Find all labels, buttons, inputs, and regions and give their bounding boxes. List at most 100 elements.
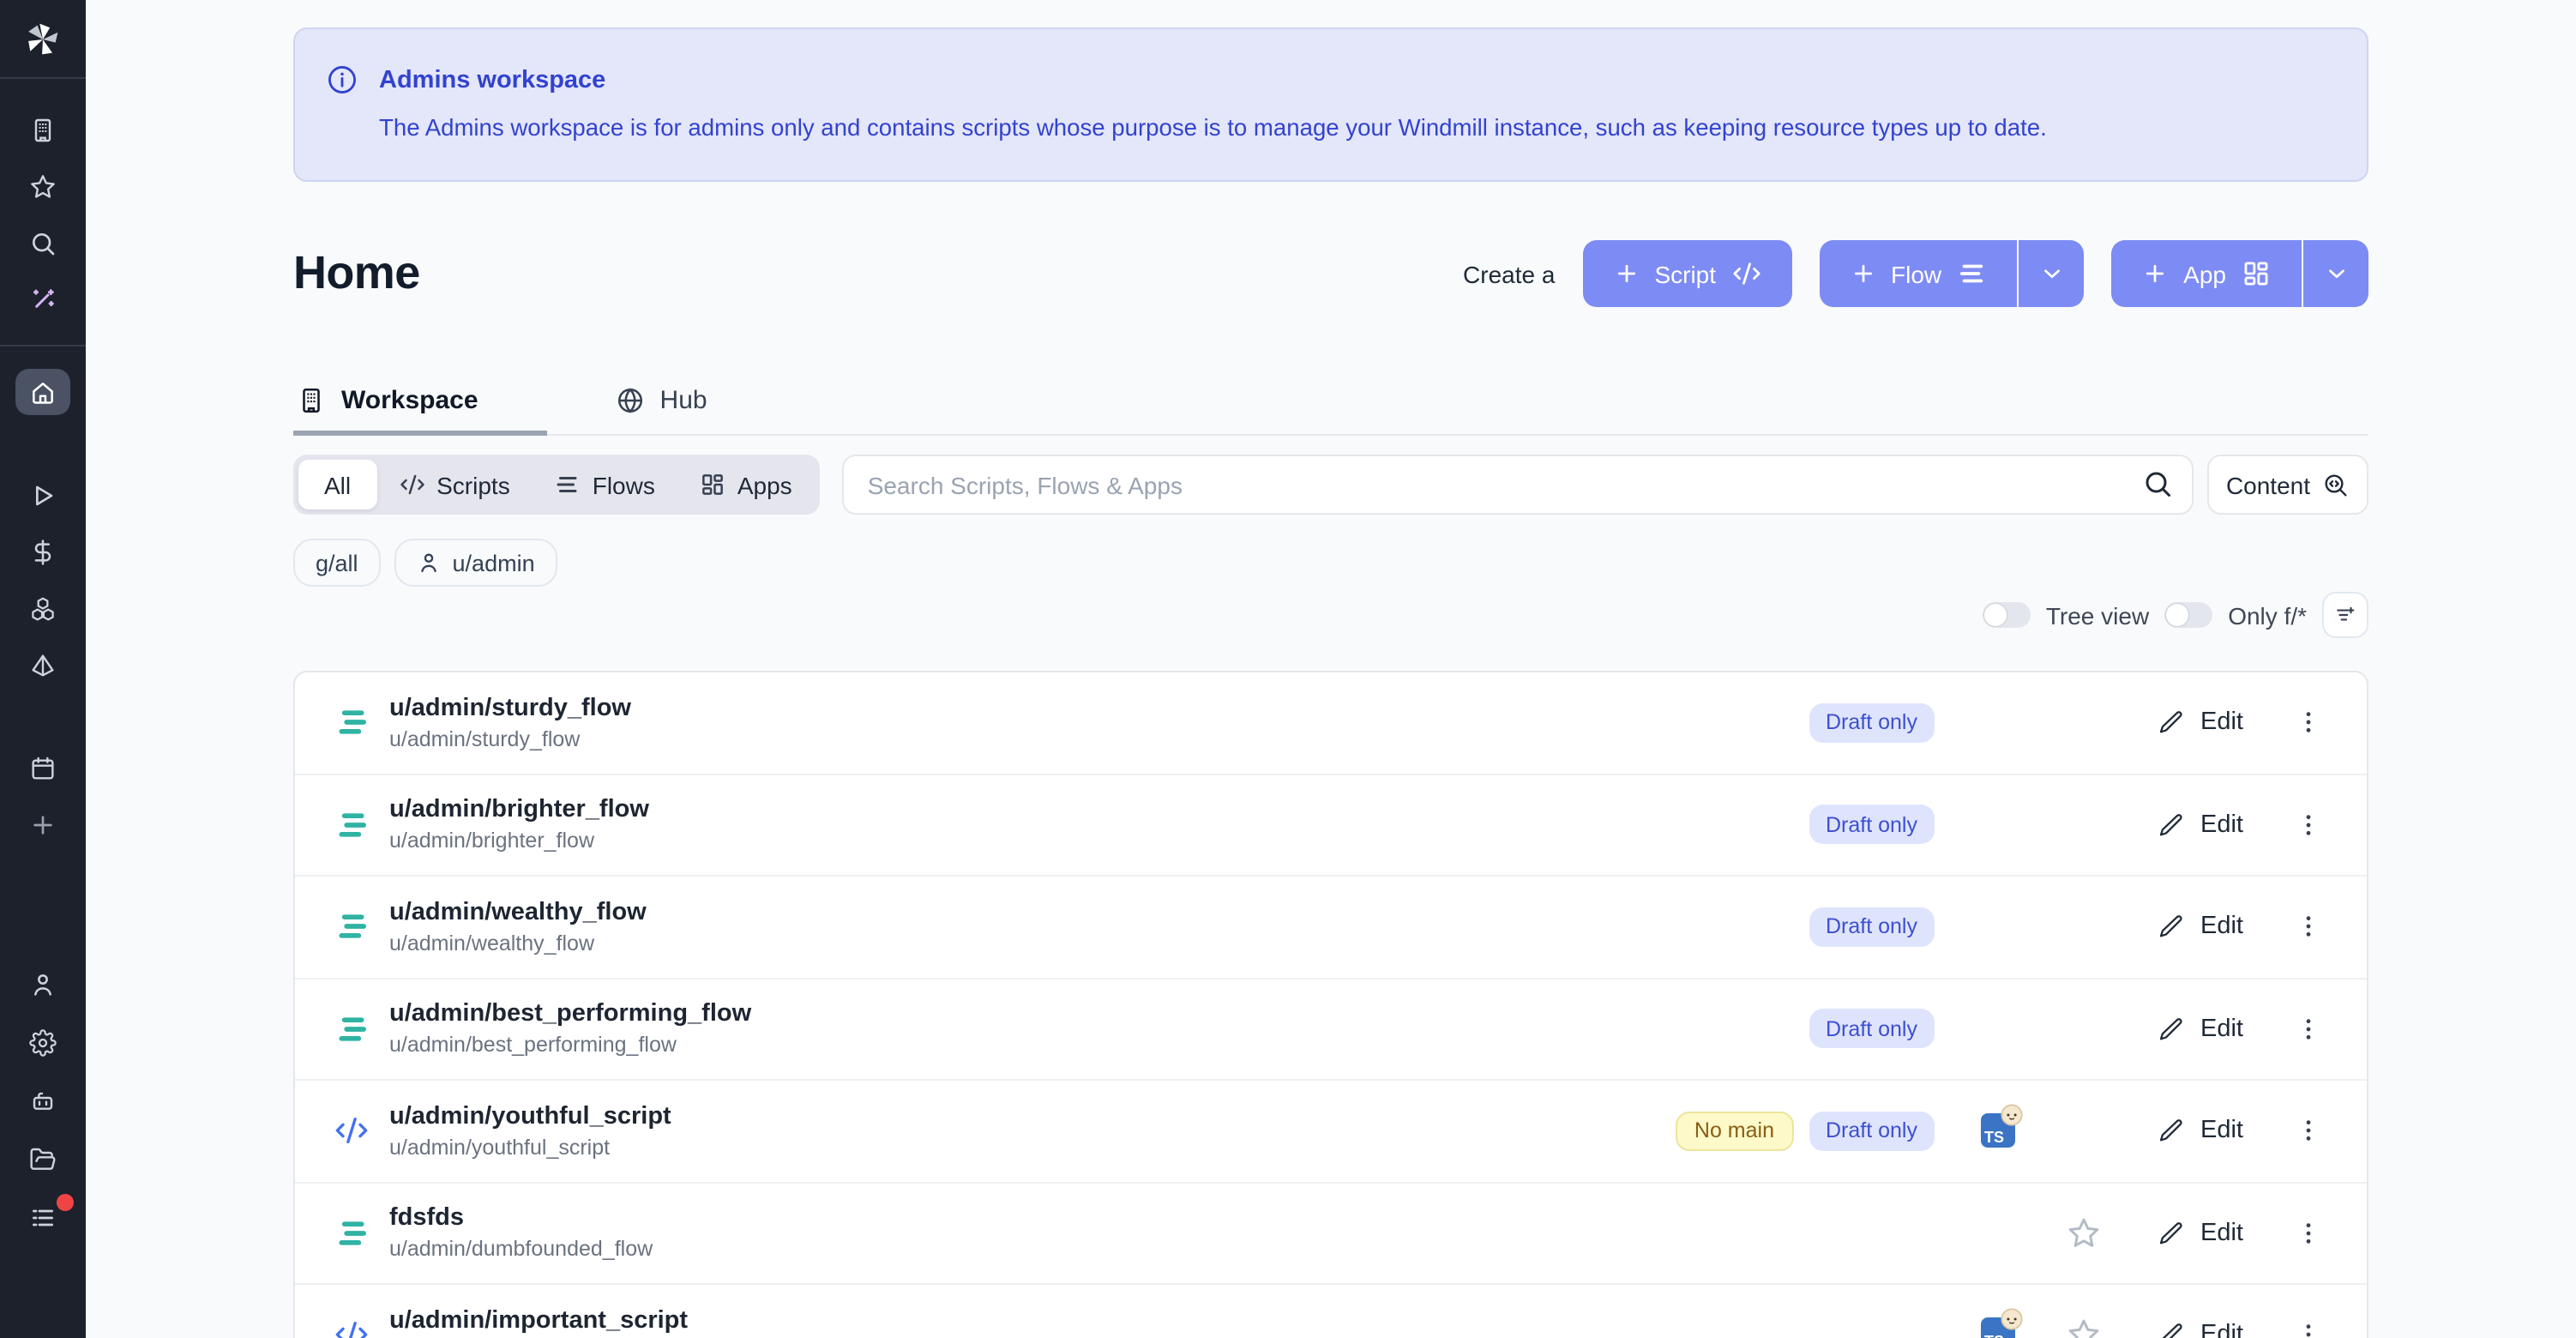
row-title[interactable]: u/admin/important_script: [389, 1307, 688, 1335]
sidebar-item-audit-logs[interactable]: [0, 1189, 86, 1247]
kebab-menu-button[interactable]: [2295, 1322, 2322, 1338]
kebab-menu-button[interactable]: [2295, 1016, 2322, 1043]
tag-u-admin[interactable]: u/admin: [394, 539, 557, 587]
row-path: u/admin/best_performing_flow: [389, 1034, 751, 1058]
table-row[interactable]: u/admin/important_scriptu/admin/importan…: [295, 1285, 2367, 1338]
kebab-icon: [2295, 1220, 2322, 1247]
edit-button[interactable]: Edit: [2158, 811, 2260, 839]
notification-dot: [57, 1194, 74, 1211]
no-main-badge: No main: [1676, 1112, 1793, 1151]
tree-view-toggle[interactable]: [1983, 602, 2031, 628]
edit-button[interactable]: Edit: [2158, 1016, 2260, 1043]
kebab-menu-button[interactable]: [2295, 1220, 2322, 1247]
row-title[interactable]: u/admin/best_performing_flow: [389, 1001, 751, 1028]
table-row[interactable]: u/admin/wealthy_flowu/admin/wealthy_flow…: [295, 877, 2367, 979]
draft-only-badge: Draft only: [1809, 805, 1935, 845]
table-row[interactable]: fdsfdsu/admin/dumbfounded_flow Edit: [295, 1183, 2367, 1285]
row-title[interactable]: u/admin/youthful_script: [389, 1103, 671, 1130]
ts-label: TS: [1984, 1130, 2004, 1147]
filter-all-label: All: [324, 471, 351, 498]
chevron-down-icon: [2038, 261, 2064, 286]
windmill-logo[interactable]: [0, 0, 86, 77]
content-search-button[interactable]: Content: [2207, 455, 2368, 515]
sidebar-item-add[interactable]: [0, 796, 86, 853]
items-table: u/admin/sturdy_flowu/admin/sturdy_flow D…: [293, 671, 2368, 1338]
edit-button[interactable]: Edit: [2158, 913, 2260, 941]
create-app-button[interactable]: App: [2111, 240, 2302, 307]
edit-button[interactable]: Edit: [2158, 1220, 2260, 1247]
star-icon: [2067, 1216, 2101, 1251]
sidebar-item-search[interactable]: [0, 214, 86, 271]
sidebar-item-settings[interactable]: [0, 1014, 86, 1072]
bun-runtime-icon: [2000, 1104, 2024, 1128]
edit-button[interactable]: Edit: [2158, 1118, 2260, 1145]
create-flow-dropdown-button[interactable]: [2019, 240, 2084, 307]
filter-flows[interactable]: Flows: [533, 460, 677, 509]
sidebar-item-resources[interactable]: [0, 580, 86, 636]
search-input[interactable]: [842, 455, 2194, 515]
sidebar-item-folders[interactable]: [0, 1130, 86, 1189]
table-row[interactable]: u/admin/brighter_flowu/admin/brighter_fl…: [295, 774, 2367, 877]
row-title[interactable]: u/admin/brighter_flow: [389, 797, 649, 824]
create-script-button[interactable]: Script: [1582, 240, 1791, 307]
filter-flows-label: Flows: [593, 471, 655, 498]
create-a-label: Create a: [1463, 260, 1555, 287]
building-icon: [29, 116, 57, 143]
typescript-icon: TS: [1981, 1318, 2015, 1338]
sidebar-item-favorites[interactable]: [0, 158, 86, 214]
edit-button[interactable]: Edit: [2158, 709, 2260, 737]
create-app-dropdown-button[interactable]: [2303, 240, 2368, 307]
row-path: u/admin/youthful_script: [389, 1136, 671, 1160]
plus-icon: [29, 811, 57, 838]
pencil-icon: [2158, 1118, 2185, 1145]
sidebar-item-workers[interactable]: [0, 1072, 86, 1130]
sidebar-item-ai[interactable]: [0, 271, 86, 328]
pencil-icon: [2158, 1016, 2185, 1043]
sidebar-item-variables[interactable]: [0, 523, 86, 580]
tag-g-all[interactable]: g/all: [293, 539, 381, 587]
sidebar-item-runs[interactable]: [0, 467, 86, 523]
filter-apps[interactable]: Apps: [677, 460, 815, 509]
filter-scripts[interactable]: Scripts: [376, 460, 533, 509]
sidebar-item-workspace[interactable]: [0, 101, 86, 158]
table-row[interactable]: u/admin/best_performing_flow u/admin/best…: [295, 979, 2367, 1081]
only-f-toggle[interactable]: [2164, 602, 2212, 628]
filter-all[interactable]: All: [298, 460, 376, 509]
globe-icon: [616, 386, 645, 415]
row-title[interactable]: u/admin/sturdy_flow: [389, 695, 631, 722]
banner-title: Admins workspace: [379, 66, 605, 93]
tab-hub[interactable]: Hub: [612, 386, 742, 436]
tab-workspace[interactable]: Workspace: [293, 386, 547, 436]
list-icon: [29, 1204, 57, 1232]
table-row[interactable]: u/admin/sturdy_flowu/admin/sturdy_flow D…: [295, 672, 2367, 774]
kebab-menu-button[interactable]: [2295, 709, 2322, 737]
sidebar-item-triggers[interactable]: [0, 636, 86, 693]
kebab-icon: [2295, 709, 2322, 737]
app-grid-icon: [700, 472, 725, 497]
row-title[interactable]: u/admin/wealthy_flow: [389, 899, 647, 926]
boxes-icon: [29, 594, 57, 622]
kebab-menu-button[interactable]: [2295, 811, 2322, 839]
create-script-label: Script: [1654, 260, 1716, 287]
filter-settings-button[interactable]: [2322, 592, 2368, 638]
sidebar-item-account[interactable]: [0, 955, 86, 1014]
kebab-menu-button[interactable]: [2295, 913, 2322, 941]
kebab-menu-button[interactable]: [2295, 1118, 2322, 1145]
edit-button[interactable]: Edit: [2158, 1322, 2260, 1338]
favorite-star-button[interactable]: [2067, 1318, 2101, 1338]
flow-icon: [334, 808, 369, 842]
banner-body: The Admins workspace is for admins only …: [379, 115, 2326, 141]
sidebar-item-home[interactable]: [15, 369, 70, 415]
favorite-star-button[interactable]: [2067, 1216, 2101, 1251]
tab-workspace-label: Workspace: [341, 386, 478, 415]
kebab-icon: [2295, 1118, 2322, 1145]
create-flow-button[interactable]: Flow: [1819, 240, 2017, 307]
kebab-icon: [2295, 811, 2322, 839]
table-row[interactable]: u/admin/youthful_script u/admin/youthful_…: [295, 1081, 2367, 1183]
sidebar-item-schedules[interactable]: [0, 739, 86, 796]
calendar-icon: [29, 754, 57, 781]
tree-view-label: Tree view: [2046, 601, 2149, 629]
search-icon: [2142, 468, 2173, 499]
row-title[interactable]: fdsfds: [389, 1205, 653, 1233]
create-app-label: App: [2183, 260, 2226, 287]
